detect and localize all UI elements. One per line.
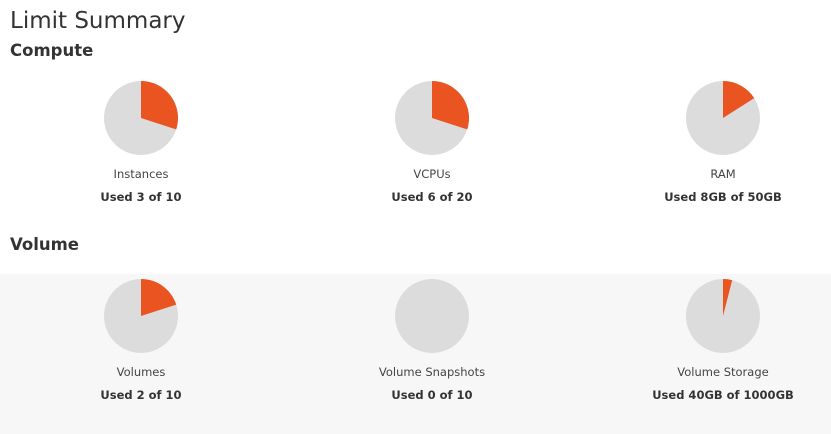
quota-pie-volumes	[104, 279, 178, 353]
quota-usage-text: Used 6 of 20	[391, 190, 473, 204]
quota-pie-volume-storage	[686, 279, 760, 353]
quota-label: VCPUs	[413, 167, 451, 181]
page-title: Limit Summary	[10, 8, 186, 34]
quota-volume-storage: Volume Storage Used 40GB of 1000GB	[613, 278, 831, 403]
quota-usage-text: Used 8GB of 50GB	[664, 190, 782, 204]
quota-pie-volume-snapshots	[395, 279, 469, 353]
quota-label: Volume Snapshots	[378, 365, 486, 379]
quota-usage-text: Used 2 of 10	[100, 388, 182, 402]
quota-vcpus: VCPUs Used 6 of 20	[322, 80, 542, 205]
compute-quota-row: Instances Used 3 of 10 VCPUs Used 6 of 2…	[0, 80, 831, 240]
quota-pie-ram	[686, 81, 760, 155]
quota-instances: Instances Used 3 of 10	[31, 80, 251, 205]
quota-volumes: Volumes Used 2 of 10	[31, 278, 251, 403]
volume-quota-row: Volumes Used 2 of 10 Volume Snapshots Us…	[0, 274, 831, 434]
quota-usage-text: Used 40GB of 1000GB	[652, 388, 794, 402]
quota-usage-text: Used 0 of 10	[391, 388, 473, 402]
quota-label: RAM	[710, 167, 736, 181]
section-title-compute: Compute	[10, 41, 94, 60]
quota-volume-snapshots: Volume Snapshots Used 0 of 10	[322, 278, 542, 403]
quota-label: Volume Storage	[677, 365, 769, 379]
quota-usage-text: Used 3 of 10	[100, 190, 182, 204]
quota-label: Instances	[113, 167, 169, 181]
section-title-volume: Volume	[10, 235, 79, 254]
quota-pie-instances	[104, 81, 178, 155]
pie-free-slice	[395, 279, 469, 353]
quota-label: Volumes	[116, 365, 166, 379]
quota-pie-vcpus	[395, 81, 469, 155]
quota-ram: RAM Used 8GB of 50GB	[613, 80, 831, 205]
limit-summary-page: Limit Summary Compute Instances Used 3 o…	[0, 0, 831, 434]
